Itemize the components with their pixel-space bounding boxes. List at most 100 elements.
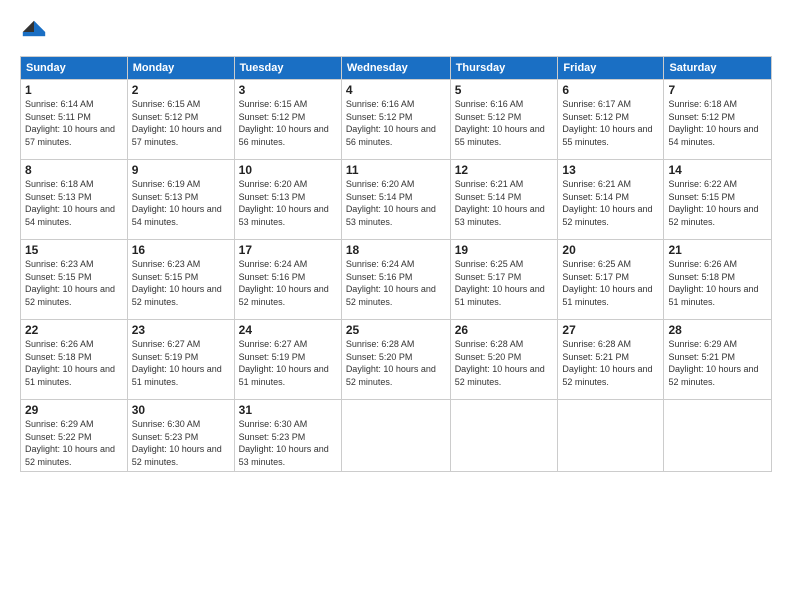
day-number: 8 <box>25 163 123 177</box>
calendar-header-friday: Friday <box>558 57 664 80</box>
calendar-header-wednesday: Wednesday <box>341 57 450 80</box>
day-number: 25 <box>346 323 446 337</box>
day-info: Sunrise: 6:14 AMSunset: 5:11 PMDaylight:… <box>25 99 115 147</box>
calendar-header-row: SundayMondayTuesdayWednesdayThursdayFrid… <box>21 57 772 80</box>
day-cell-31: 31 Sunrise: 6:30 AMSunset: 5:23 PMDaylig… <box>234 400 341 472</box>
day-info: Sunrise: 6:28 AMSunset: 5:21 PMDaylight:… <box>562 339 652 387</box>
day-number: 23 <box>132 323 230 337</box>
empty-cell <box>664 400 772 472</box>
day-info: Sunrise: 6:30 AMSunset: 5:23 PMDaylight:… <box>239 419 329 467</box>
day-cell-25: 25 Sunrise: 6:28 AMSunset: 5:20 PMDaylig… <box>341 320 450 400</box>
day-cell-4: 4 Sunrise: 6:16 AMSunset: 5:12 PMDayligh… <box>341 80 450 160</box>
day-cell-6: 6 Sunrise: 6:17 AMSunset: 5:12 PMDayligh… <box>558 80 664 160</box>
day-number: 27 <box>562 323 659 337</box>
day-info: Sunrise: 6:30 AMSunset: 5:23 PMDaylight:… <box>132 419 222 467</box>
day-info: Sunrise: 6:18 AMSunset: 5:12 PMDaylight:… <box>668 99 758 147</box>
day-info: Sunrise: 6:22 AMSunset: 5:15 PMDaylight:… <box>668 179 758 227</box>
empty-cell <box>558 400 664 472</box>
day-info: Sunrise: 6:18 AMSunset: 5:13 PMDaylight:… <box>25 179 115 227</box>
day-cell-16: 16 Sunrise: 6:23 AMSunset: 5:15 PMDaylig… <box>127 240 234 320</box>
logo <box>20 18 52 46</box>
day-number: 21 <box>668 243 767 257</box>
day-number: 26 <box>455 323 554 337</box>
logo-icon <box>20 18 48 46</box>
day-info: Sunrise: 6:27 AMSunset: 5:19 PMDaylight:… <box>132 339 222 387</box>
day-cell-18: 18 Sunrise: 6:24 AMSunset: 5:16 PMDaylig… <box>341 240 450 320</box>
day-info: Sunrise: 6:28 AMSunset: 5:20 PMDaylight:… <box>455 339 545 387</box>
page: SundayMondayTuesdayWednesdayThursdayFrid… <box>0 0 792 612</box>
day-number: 24 <box>239 323 337 337</box>
day-cell-9: 9 Sunrise: 6:19 AMSunset: 5:13 PMDayligh… <box>127 160 234 240</box>
day-number: 4 <box>346 83 446 97</box>
day-info: Sunrise: 6:26 AMSunset: 5:18 PMDaylight:… <box>668 259 758 307</box>
day-info: Sunrise: 6:20 AMSunset: 5:13 PMDaylight:… <box>239 179 329 227</box>
day-cell-7: 7 Sunrise: 6:18 AMSunset: 5:12 PMDayligh… <box>664 80 772 160</box>
day-number: 15 <box>25 243 123 257</box>
day-info: Sunrise: 6:24 AMSunset: 5:16 PMDaylight:… <box>346 259 436 307</box>
day-info: Sunrise: 6:25 AMSunset: 5:17 PMDaylight:… <box>455 259 545 307</box>
day-info: Sunrise: 6:17 AMSunset: 5:12 PMDaylight:… <box>562 99 652 147</box>
day-cell-17: 17 Sunrise: 6:24 AMSunset: 5:16 PMDaylig… <box>234 240 341 320</box>
day-number: 7 <box>668 83 767 97</box>
day-info: Sunrise: 6:29 AMSunset: 5:21 PMDaylight:… <box>668 339 758 387</box>
day-cell-3: 3 Sunrise: 6:15 AMSunset: 5:12 PMDayligh… <box>234 80 341 160</box>
day-number: 9 <box>132 163 230 177</box>
day-info: Sunrise: 6:21 AMSunset: 5:14 PMDaylight:… <box>455 179 545 227</box>
day-cell-20: 20 Sunrise: 6:25 AMSunset: 5:17 PMDaylig… <box>558 240 664 320</box>
day-cell-23: 23 Sunrise: 6:27 AMSunset: 5:19 PMDaylig… <box>127 320 234 400</box>
day-cell-11: 11 Sunrise: 6:20 AMSunset: 5:14 PMDaylig… <box>341 160 450 240</box>
calendar-body: 1 Sunrise: 6:14 AMSunset: 5:11 PMDayligh… <box>21 80 772 472</box>
day-cell-26: 26 Sunrise: 6:28 AMSunset: 5:20 PMDaylig… <box>450 320 558 400</box>
day-number: 13 <box>562 163 659 177</box>
day-info: Sunrise: 6:29 AMSunset: 5:22 PMDaylight:… <box>25 419 115 467</box>
day-cell-15: 15 Sunrise: 6:23 AMSunset: 5:15 PMDaylig… <box>21 240 128 320</box>
day-cell-8: 8 Sunrise: 6:18 AMSunset: 5:13 PMDayligh… <box>21 160 128 240</box>
day-cell-10: 10 Sunrise: 6:20 AMSunset: 5:13 PMDaylig… <box>234 160 341 240</box>
calendar-header-monday: Monday <box>127 57 234 80</box>
day-number: 5 <box>455 83 554 97</box>
day-cell-14: 14 Sunrise: 6:22 AMSunset: 5:15 PMDaylig… <box>664 160 772 240</box>
calendar-week-2: 8 Sunrise: 6:18 AMSunset: 5:13 PMDayligh… <box>21 160 772 240</box>
day-number: 31 <box>239 403 337 417</box>
day-number: 3 <box>239 83 337 97</box>
day-number: 1 <box>25 83 123 97</box>
day-cell-30: 30 Sunrise: 6:30 AMSunset: 5:23 PMDaylig… <box>127 400 234 472</box>
calendar-header-thursday: Thursday <box>450 57 558 80</box>
calendar-header-saturday: Saturday <box>664 57 772 80</box>
day-info: Sunrise: 6:23 AMSunset: 5:15 PMDaylight:… <box>132 259 222 307</box>
day-info: Sunrise: 6:19 AMSunset: 5:13 PMDaylight:… <box>132 179 222 227</box>
calendar-header-tuesday: Tuesday <box>234 57 341 80</box>
calendar-header-sunday: Sunday <box>21 57 128 80</box>
day-info: Sunrise: 6:23 AMSunset: 5:15 PMDaylight:… <box>25 259 115 307</box>
day-cell-13: 13 Sunrise: 6:21 AMSunset: 5:14 PMDaylig… <box>558 160 664 240</box>
day-info: Sunrise: 6:25 AMSunset: 5:17 PMDaylight:… <box>562 259 652 307</box>
calendar-table: SundayMondayTuesdayWednesdayThursdayFrid… <box>20 56 772 472</box>
day-number: 11 <box>346 163 446 177</box>
day-info: Sunrise: 6:21 AMSunset: 5:14 PMDaylight:… <box>562 179 652 227</box>
day-number: 16 <box>132 243 230 257</box>
day-number: 17 <box>239 243 337 257</box>
day-info: Sunrise: 6:26 AMSunset: 5:18 PMDaylight:… <box>25 339 115 387</box>
day-info: Sunrise: 6:16 AMSunset: 5:12 PMDaylight:… <box>346 99 436 147</box>
day-info: Sunrise: 6:24 AMSunset: 5:16 PMDaylight:… <box>239 259 329 307</box>
day-info: Sunrise: 6:28 AMSunset: 5:20 PMDaylight:… <box>346 339 436 387</box>
day-info: Sunrise: 6:16 AMSunset: 5:12 PMDaylight:… <box>455 99 545 147</box>
calendar-week-5: 29 Sunrise: 6:29 AMSunset: 5:22 PMDaylig… <box>21 400 772 472</box>
calendar-week-1: 1 Sunrise: 6:14 AMSunset: 5:11 PMDayligh… <box>21 80 772 160</box>
header <box>20 18 772 46</box>
day-number: 19 <box>455 243 554 257</box>
day-cell-2: 2 Sunrise: 6:15 AMSunset: 5:12 PMDayligh… <box>127 80 234 160</box>
day-cell-21: 21 Sunrise: 6:26 AMSunset: 5:18 PMDaylig… <box>664 240 772 320</box>
day-cell-19: 19 Sunrise: 6:25 AMSunset: 5:17 PMDaylig… <box>450 240 558 320</box>
day-cell-27: 27 Sunrise: 6:28 AMSunset: 5:21 PMDaylig… <box>558 320 664 400</box>
day-info: Sunrise: 6:15 AMSunset: 5:12 PMDaylight:… <box>239 99 329 147</box>
day-number: 22 <box>25 323 123 337</box>
day-number: 28 <box>668 323 767 337</box>
calendar-week-4: 22 Sunrise: 6:26 AMSunset: 5:18 PMDaylig… <box>21 320 772 400</box>
day-number: 10 <box>239 163 337 177</box>
day-number: 6 <box>562 83 659 97</box>
day-cell-1: 1 Sunrise: 6:14 AMSunset: 5:11 PMDayligh… <box>21 80 128 160</box>
day-info: Sunrise: 6:27 AMSunset: 5:19 PMDaylight:… <box>239 339 329 387</box>
day-info: Sunrise: 6:20 AMSunset: 5:14 PMDaylight:… <box>346 179 436 227</box>
day-cell-28: 28 Sunrise: 6:29 AMSunset: 5:21 PMDaylig… <box>664 320 772 400</box>
